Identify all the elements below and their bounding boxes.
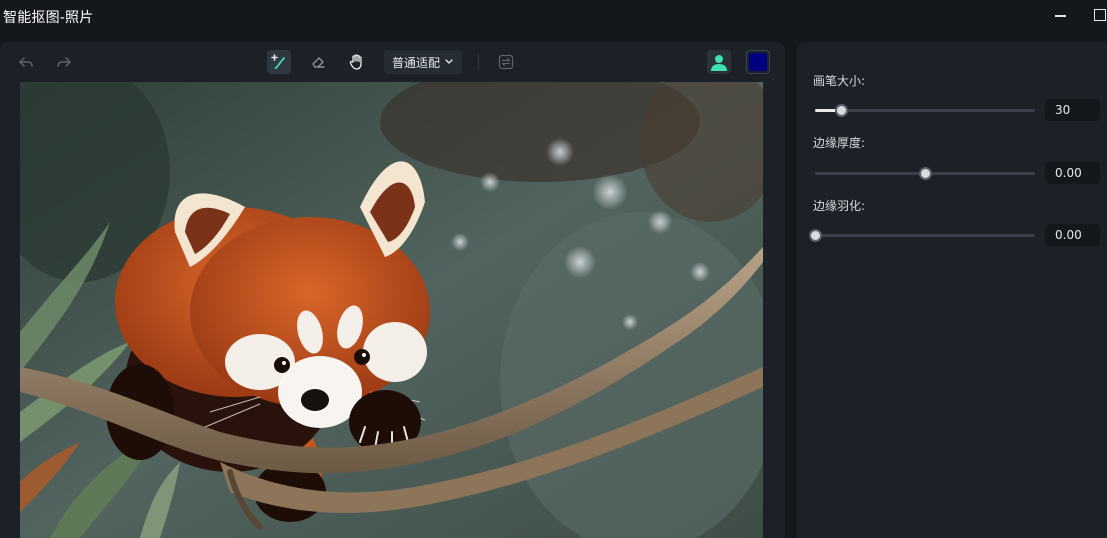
maximize-button[interactable]: [1089, 4, 1107, 26]
brush-size-slider[interactable]: [815, 104, 1035, 117]
window-title: 智能抠图-照片: [3, 10, 94, 26]
edge-thickness-value[interactable]: 0.00: [1045, 162, 1100, 184]
title-bar: 智能抠图-照片: [0, 0, 1107, 32]
brush-add-icon: [271, 54, 285, 69]
undo-icon: [19, 57, 33, 67]
undo-button[interactable]: [14, 50, 38, 74]
brush-color-button[interactable]: [746, 50, 770, 74]
editor-toolbar: 普通适配: [0, 42, 785, 82]
edge-thickness-slider-fill: [815, 172, 925, 175]
image-canvas[interactable]: [20, 82, 763, 538]
hand-icon: [349, 54, 362, 70]
edge-feather-slider[interactable]: [809, 229, 1035, 242]
fit-mode-select[interactable]: 普通适配: [384, 50, 462, 74]
minimize-button[interactable]: [1049, 4, 1073, 26]
eraser-icon: [312, 57, 325, 68]
edge-thickness-slider[interactable]: [815, 167, 1035, 180]
person-button[interactable]: [707, 50, 731, 74]
brush-size-slider-thumb[interactable]: [835, 104, 849, 117]
person-icon: [711, 55, 727, 71]
swap-button[interactable]: [494, 50, 518, 74]
brush-size-label: 画笔大小:: [813, 74, 866, 88]
brush-size-value[interactable]: 30: [1045, 99, 1100, 121]
edge-thickness-slider-thumb[interactable]: [919, 167, 932, 180]
chevron-down-icon: [445, 59, 453, 64]
redo-icon: [57, 57, 71, 67]
eraser-button[interactable]: [306, 50, 330, 74]
edge-thickness-label: 边缘厚度:: [813, 136, 866, 150]
edge-feather-label: 边缘羽化:: [813, 199, 866, 213]
redo-button[interactable]: [52, 50, 76, 74]
editor-panel: 普通适配: [0, 42, 785, 538]
fit-mode-label: 普通适配: [392, 55, 441, 70]
edge-feather-slider-thumb[interactable]: [809, 229, 822, 242]
toolbar-divider: [478, 54, 479, 70]
brush-add-button[interactable]: [267, 50, 291, 74]
swap-icon: [498, 54, 514, 70]
hand-button[interactable]: [345, 50, 369, 74]
photo-red-panda: [20, 82, 763, 538]
brush-color-swatch: [749, 53, 767, 71]
settings-panel: 画笔大小: 30 边缘厚度: 0.00 边缘羽化: 0.00: [797, 42, 1107, 538]
edge-feather-value[interactable]: 0.00: [1045, 224, 1100, 246]
